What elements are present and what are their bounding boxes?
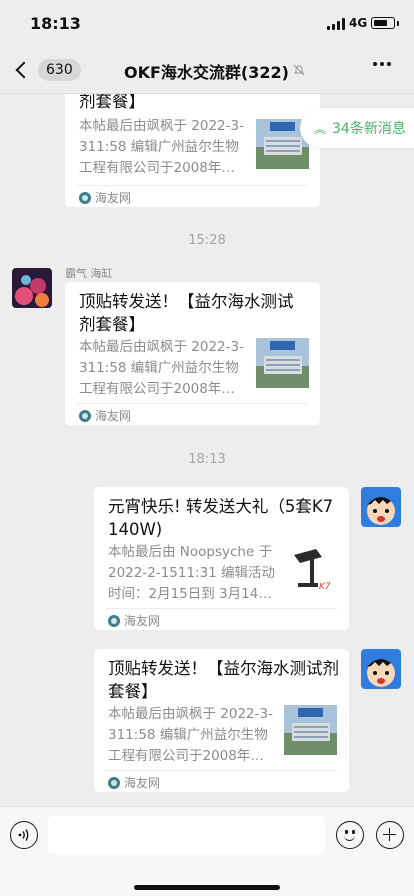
card-title: 顶贴转发送！【益尔海水测试剂套餐】	[79, 292, 294, 334]
avatar[interactable]	[12, 268, 52, 308]
card-divider	[77, 403, 308, 404]
voice-icon[interactable]	[10, 821, 38, 849]
back-button[interactable]: 630	[12, 56, 82, 84]
my-avatar[interactable]	[361, 649, 401, 689]
source-name: 海友网	[95, 409, 132, 423]
link-card-message[interactable]: 元宵快乐! 转发送大礼（5套K7 140W) 本帖最后由 Noopsyche 于…	[94, 487, 349, 630]
link-card-message[interactable]: 剂套餐】 本帖最后由飒枫于 2022-3-311:58 编辑广州益尔生物工程有限…	[65, 94, 320, 207]
source-logo-icon	[79, 191, 91, 204]
unread-count-badge: 630	[38, 59, 81, 81]
more-icon[interactable]	[373, 62, 391, 66]
card-source: 海友网	[79, 189, 131, 206]
battery-cap	[397, 21, 399, 26]
sender-name: 霸气 海缸	[65, 267, 113, 280]
source-logo-icon	[108, 776, 120, 789]
source-logo-icon	[79, 409, 91, 422]
card-divider	[77, 185, 308, 186]
double-chevron-up-icon: ︽	[314, 121, 327, 136]
card-source: 海友网	[108, 612, 160, 629]
emoji-icon[interactable]	[336, 821, 364, 849]
card-divider	[106, 770, 337, 771]
card-description: 本帖最后由 Noopsyche 于 2022-2-1511:31 编辑活动时间：…	[108, 544, 276, 602]
mute-bell-icon	[293, 64, 305, 79]
building-thumbnail	[256, 338, 309, 388]
home-indicator	[134, 885, 280, 890]
battery-level	[373, 19, 387, 26]
card-source: 海友网	[108, 774, 160, 791]
source-name: 海友网	[124, 614, 161, 628]
signal-icon	[327, 18, 345, 30]
new-messages-label: 34条新消息	[332, 121, 406, 137]
building-thumbnail	[284, 705, 337, 755]
input-bar	[0, 806, 414, 896]
card-description: 本帖最后由飒枫于 2022-3-311:58 编辑广州益尔生物工程有限公司于20…	[79, 339, 244, 397]
source-name: 海友网	[124, 776, 161, 790]
chat-title: OKF海水交流群(322)	[124, 63, 289, 82]
my-avatar[interactable]	[361, 487, 401, 527]
status-time: 18:13	[30, 14, 81, 33]
card-title: 剂套餐】	[79, 94, 145, 111]
link-card-message[interactable]: 顶贴转发送！【益尔海水测试剂套餐】 本帖最后由飒枫于 2022-3-311:58…	[94, 649, 349, 792]
battery-icon	[371, 17, 395, 29]
message-list[interactable]: 剂套餐】 本帖最后由飒枫于 2022-3-311:58 编辑广州益尔生物工程有限…	[0, 94, 414, 806]
status-bar: 18:13 4G	[0, 0, 414, 46]
card-description: 本帖最后由飒枫于 2022-3-311:58 编辑广州益尔生物工程有限公司于20…	[108, 706, 273, 764]
chevron-left-icon	[15, 61, 33, 79]
link-card-message[interactable]: 顶贴转发送！【益尔海水测试剂套餐】 本帖最后由飒枫于 2022-3-311:58…	[65, 282, 320, 425]
timestamp: 15:28	[188, 233, 226, 248]
network-type: 4G	[349, 16, 368, 30]
source-logo-icon	[108, 614, 120, 627]
card-description: 本帖最后由飒枫于 2022-3-311:58 编辑广州益尔生物工程有限公司于20…	[79, 118, 244, 176]
card-title: 顶贴转发送！【益尔海水测试剂套餐】	[108, 659, 339, 701]
chat-header: 630 OKF海水交流群(322)	[0, 46, 414, 94]
lamp-thumbnail: K7	[286, 545, 339, 595]
card-divider	[106, 608, 337, 609]
card-title: 元宵快乐! 转发送大礼（5套K7 140W)	[108, 497, 334, 539]
message-input[interactable]	[48, 816, 325, 854]
card-source: 海友网	[79, 407, 131, 424]
chat-title-wrap[interactable]: OKF海水交流群(322)	[124, 59, 305, 83]
svg-text:K7: K7	[319, 582, 331, 592]
add-icon[interactable]	[376, 821, 404, 849]
timestamp: 18:13	[188, 452, 226, 467]
new-messages-button[interactable]: ︽ 34条新消息	[300, 108, 414, 148]
source-name: 海友网	[95, 191, 132, 205]
